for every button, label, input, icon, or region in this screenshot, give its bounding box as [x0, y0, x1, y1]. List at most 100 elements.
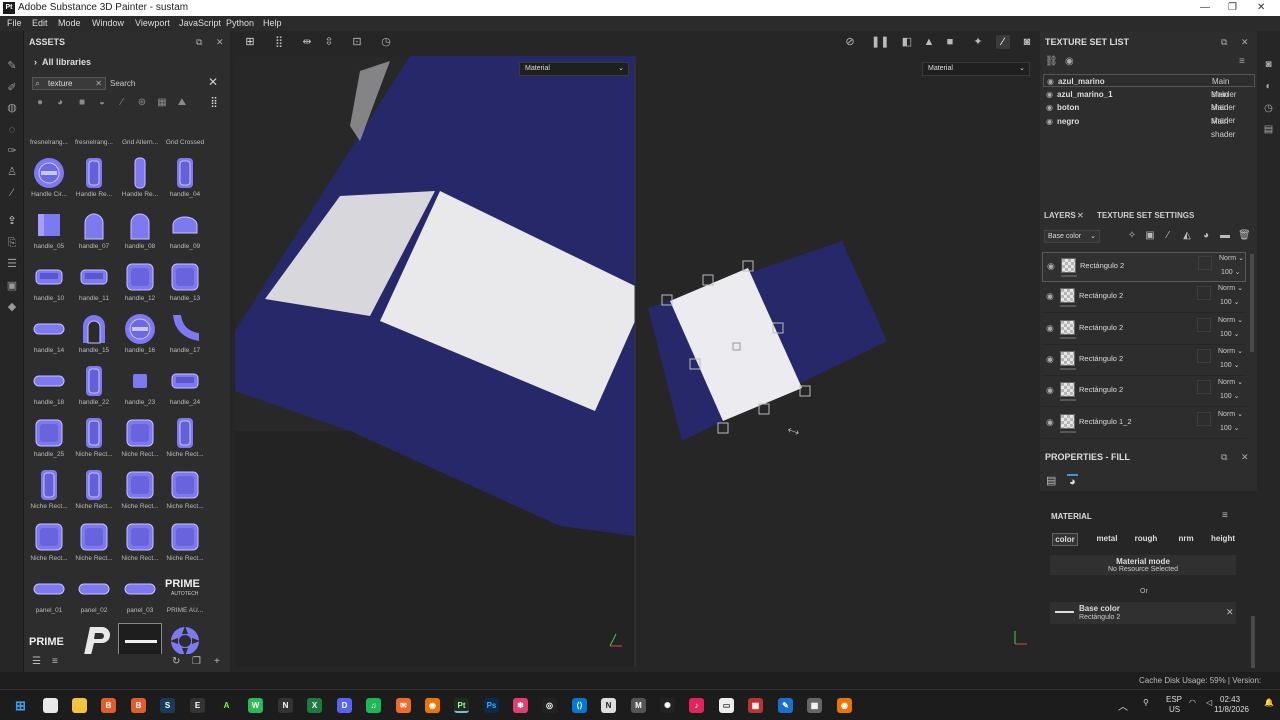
brave-beta-icon[interactable]: B	[131, 698, 146, 713]
alpha-filter-icon[interactable]: ◒	[96, 97, 108, 109]
asset-tile[interactable]: handle_13	[163, 259, 207, 309]
menu-viewport[interactable]: Viewport	[135, 16, 170, 31]
projection-icon[interactable]: ◍	[5, 101, 19, 115]
mirror-x-icon[interactable]: ⇹	[300, 35, 314, 49]
asset-tile[interactable]: Round Hol...	[163, 623, 207, 654]
material-mode-box[interactable]: Material mode No Resource Selected	[1050, 555, 1236, 575]
asset-tile[interactable]: handle_05	[27, 207, 71, 257]
close-panel-icon[interactable]: ✕	[1241, 446, 1249, 468]
channel-rough-button[interactable]: rough	[1129, 533, 1163, 546]
color-picker-icon[interactable]: ⁄	[5, 186, 19, 200]
blend-mode[interactable]: Norm ⌄	[1219, 254, 1244, 262]
geometry-mask-icon[interactable]: ◌	[5, 123, 19, 137]
whatsapp-icon[interactable]: W	[248, 698, 263, 713]
asset-tile[interactable]: handle_09	[163, 207, 207, 257]
properties-scrollbar[interactable]	[1251, 616, 1255, 668]
add-icon[interactable]: +	[214, 656, 220, 667]
asset-tile[interactable]: handle_18	[27, 363, 71, 413]
windows-start-icon[interactable]: ⊞	[13, 698, 28, 713]
steam-icon[interactable]: S	[160, 698, 175, 713]
asset-tile[interactable]: panel_03	[118, 571, 162, 621]
layer-mask-slot[interactable]	[1197, 286, 1211, 301]
viewport[interactable]: ⤡ ⊞ ⣿ ⇹ ⇳ ⊡ ◷ ⊘ ❚❚ ◧ ▲ ■ ✦ ⁄ ◙ Material ⌄…	[230, 31, 1040, 672]
undock-icon[interactable]: ⧉	[196, 31, 202, 53]
asset-tile[interactable]: fresnelrang...	[72, 119, 116, 153]
visibility-icon[interactable]: ◉	[1046, 385, 1054, 396]
hide-icon[interactable]: ⊘	[843, 35, 857, 49]
calculator-icon[interactable]: ▦	[807, 698, 822, 713]
notion-alt-icon[interactable]: N	[601, 698, 616, 713]
layer-item[interactable]: ◉ Rectángulo 1_2 Norm ⌄ 100 ⌄	[1042, 409, 1246, 439]
channel-color-button[interactable]: color	[1052, 533, 1078, 546]
environment-filter-icon[interactable]: ⛰	[176, 97, 188, 109]
shader-name[interactable]: Main shader	[1211, 115, 1255, 141]
layer-item[interactable]: ◉ Rectángulo 2 Norm ⌄ 100 ⌄	[1042, 315, 1246, 345]
pause-icon[interactable]: ❚❚	[871, 35, 889, 49]
visibility-icon[interactable]: ◉	[1047, 261, 1055, 272]
wifi-icon[interactable]: ◠	[1189, 698, 1196, 707]
texture-set-item[interactable]: ◉ boton Main shader	[1043, 101, 1255, 125]
settings-icon[interactable]: ✦	[971, 35, 985, 49]
layer-mask-slot[interactable]	[1198, 256, 1212, 270]
material-menu-icon[interactable]: ≡	[1222, 510, 1228, 521]
mask-icon[interactable]: ▣	[1144, 230, 1156, 242]
undock-icon[interactable]: ⧉	[1221, 31, 1227, 53]
window-app-icon[interactable]: ▭	[719, 698, 734, 713]
channel-nrm-button[interactable]: nrm	[1173, 533, 1199, 546]
close-panel-icon[interactable]: ✕	[216, 31, 224, 53]
folder-icon[interactable]: ▬	[1219, 230, 1231, 242]
asset-tile[interactable]: handle_07	[72, 207, 116, 257]
symmetry-icon[interactable]: ◧	[900, 35, 914, 49]
menu-window[interactable]: Window	[92, 16, 124, 31]
material-filter-icon[interactable]: ●	[34, 97, 46, 109]
mail-icon[interactable]: ✉	[396, 698, 411, 713]
asset-tile[interactable]: handle_14	[27, 311, 71, 361]
brush-filter-icon[interactable]: ⁄	[116, 97, 128, 109]
opacity[interactable]: 100 ⌄	[1220, 330, 1240, 338]
excel-icon[interactable]: X	[307, 698, 322, 713]
asset-tile[interactable]: Rectángul...	[72, 623, 116, 654]
blend-mode[interactable]: Norm ⌄	[1218, 316, 1243, 324]
asset-tile[interactable]: Niche Rect...	[118, 467, 162, 517]
camera-icon[interactable]: ◙	[1262, 59, 1275, 72]
asset-tile[interactable]: handle_10	[27, 259, 71, 309]
asset-tile[interactable]: handle_23	[118, 363, 162, 413]
layer-mask-slot[interactable]	[1197, 411, 1211, 426]
asset-tile[interactable]: Grid Altern...	[118, 119, 162, 153]
grid-view-icon[interactable]: ⣿	[208, 97, 220, 109]
texture-set-item[interactable]: ◉ azul_marino_1 Main shader	[1043, 88, 1255, 112]
tab-texture-set-settings[interactable]: TEXTURE SET SETTINGS	[1097, 208, 1194, 224]
assets-panel-icon[interactable]: ⇪	[5, 214, 19, 228]
app-pen-icon[interactable]: ✎	[778, 698, 793, 713]
menu-python[interactable]: Python	[226, 16, 254, 31]
mirror-y-icon[interactable]: ⇳	[322, 35, 336, 49]
layer-item[interactable]: ◉ Rectángulo 2 Norm ⌄ 100 ⌄	[1042, 377, 1246, 408]
minimize-button[interactable]: —	[1200, 0, 1210, 16]
epic-games-icon[interactable]: E	[190, 698, 205, 713]
channel-height-button[interactable]: height	[1208, 533, 1238, 546]
shader-icon[interactable]: ◐	[1262, 81, 1275, 94]
asset-tile[interactable]: fresnelrang...	[27, 119, 71, 153]
split-view-icon[interactable]: ⣿	[272, 35, 286, 49]
brave-icon[interactable]: B	[101, 698, 116, 713]
refresh-icon[interactable]: ↻	[172, 656, 180, 667]
texture-set-item[interactable]: ◉ azul_marino Main shader	[1043, 74, 1255, 99]
opacity[interactable]: 100 ⌄	[1220, 392, 1240, 400]
asset-tile[interactable]: handle_25	[27, 415, 71, 465]
asset-tile[interactable]: Niche Rect...	[163, 467, 207, 517]
blend-mode[interactable]: Norm ⌄	[1218, 410, 1243, 418]
app-checker-icon[interactable]: ▦	[748, 698, 763, 713]
remove-resource-icon[interactable]: ✕	[1226, 607, 1234, 618]
history-icon[interactable]: ◷	[1262, 103, 1275, 116]
layer-item[interactable]: ◉ Rectángulo 2 Norm ⌄ 100 ⌄	[1042, 283, 1246, 314]
discord-icon[interactable]: D	[337, 698, 352, 713]
fill-layer-icon[interactable]: ◭	[1181, 230, 1193, 242]
layer-mask-slot[interactable]	[1197, 380, 1211, 395]
asset-tile[interactable]: PRIMEPRIME_	[27, 623, 71, 654]
asset-tile[interactable]: handle_16	[118, 311, 162, 361]
layer-mask-slot[interactable]	[1197, 348, 1211, 363]
smart-material-filter-icon[interactable]: ◕	[54, 97, 66, 109]
spotify-icon[interactable]: ♫	[366, 698, 381, 713]
layer-item[interactable]: ◉ Rectángulo 2 Norm ⌄ 100 ⌄	[1042, 346, 1246, 376]
clone-icon[interactable]: ♙	[5, 165, 19, 179]
